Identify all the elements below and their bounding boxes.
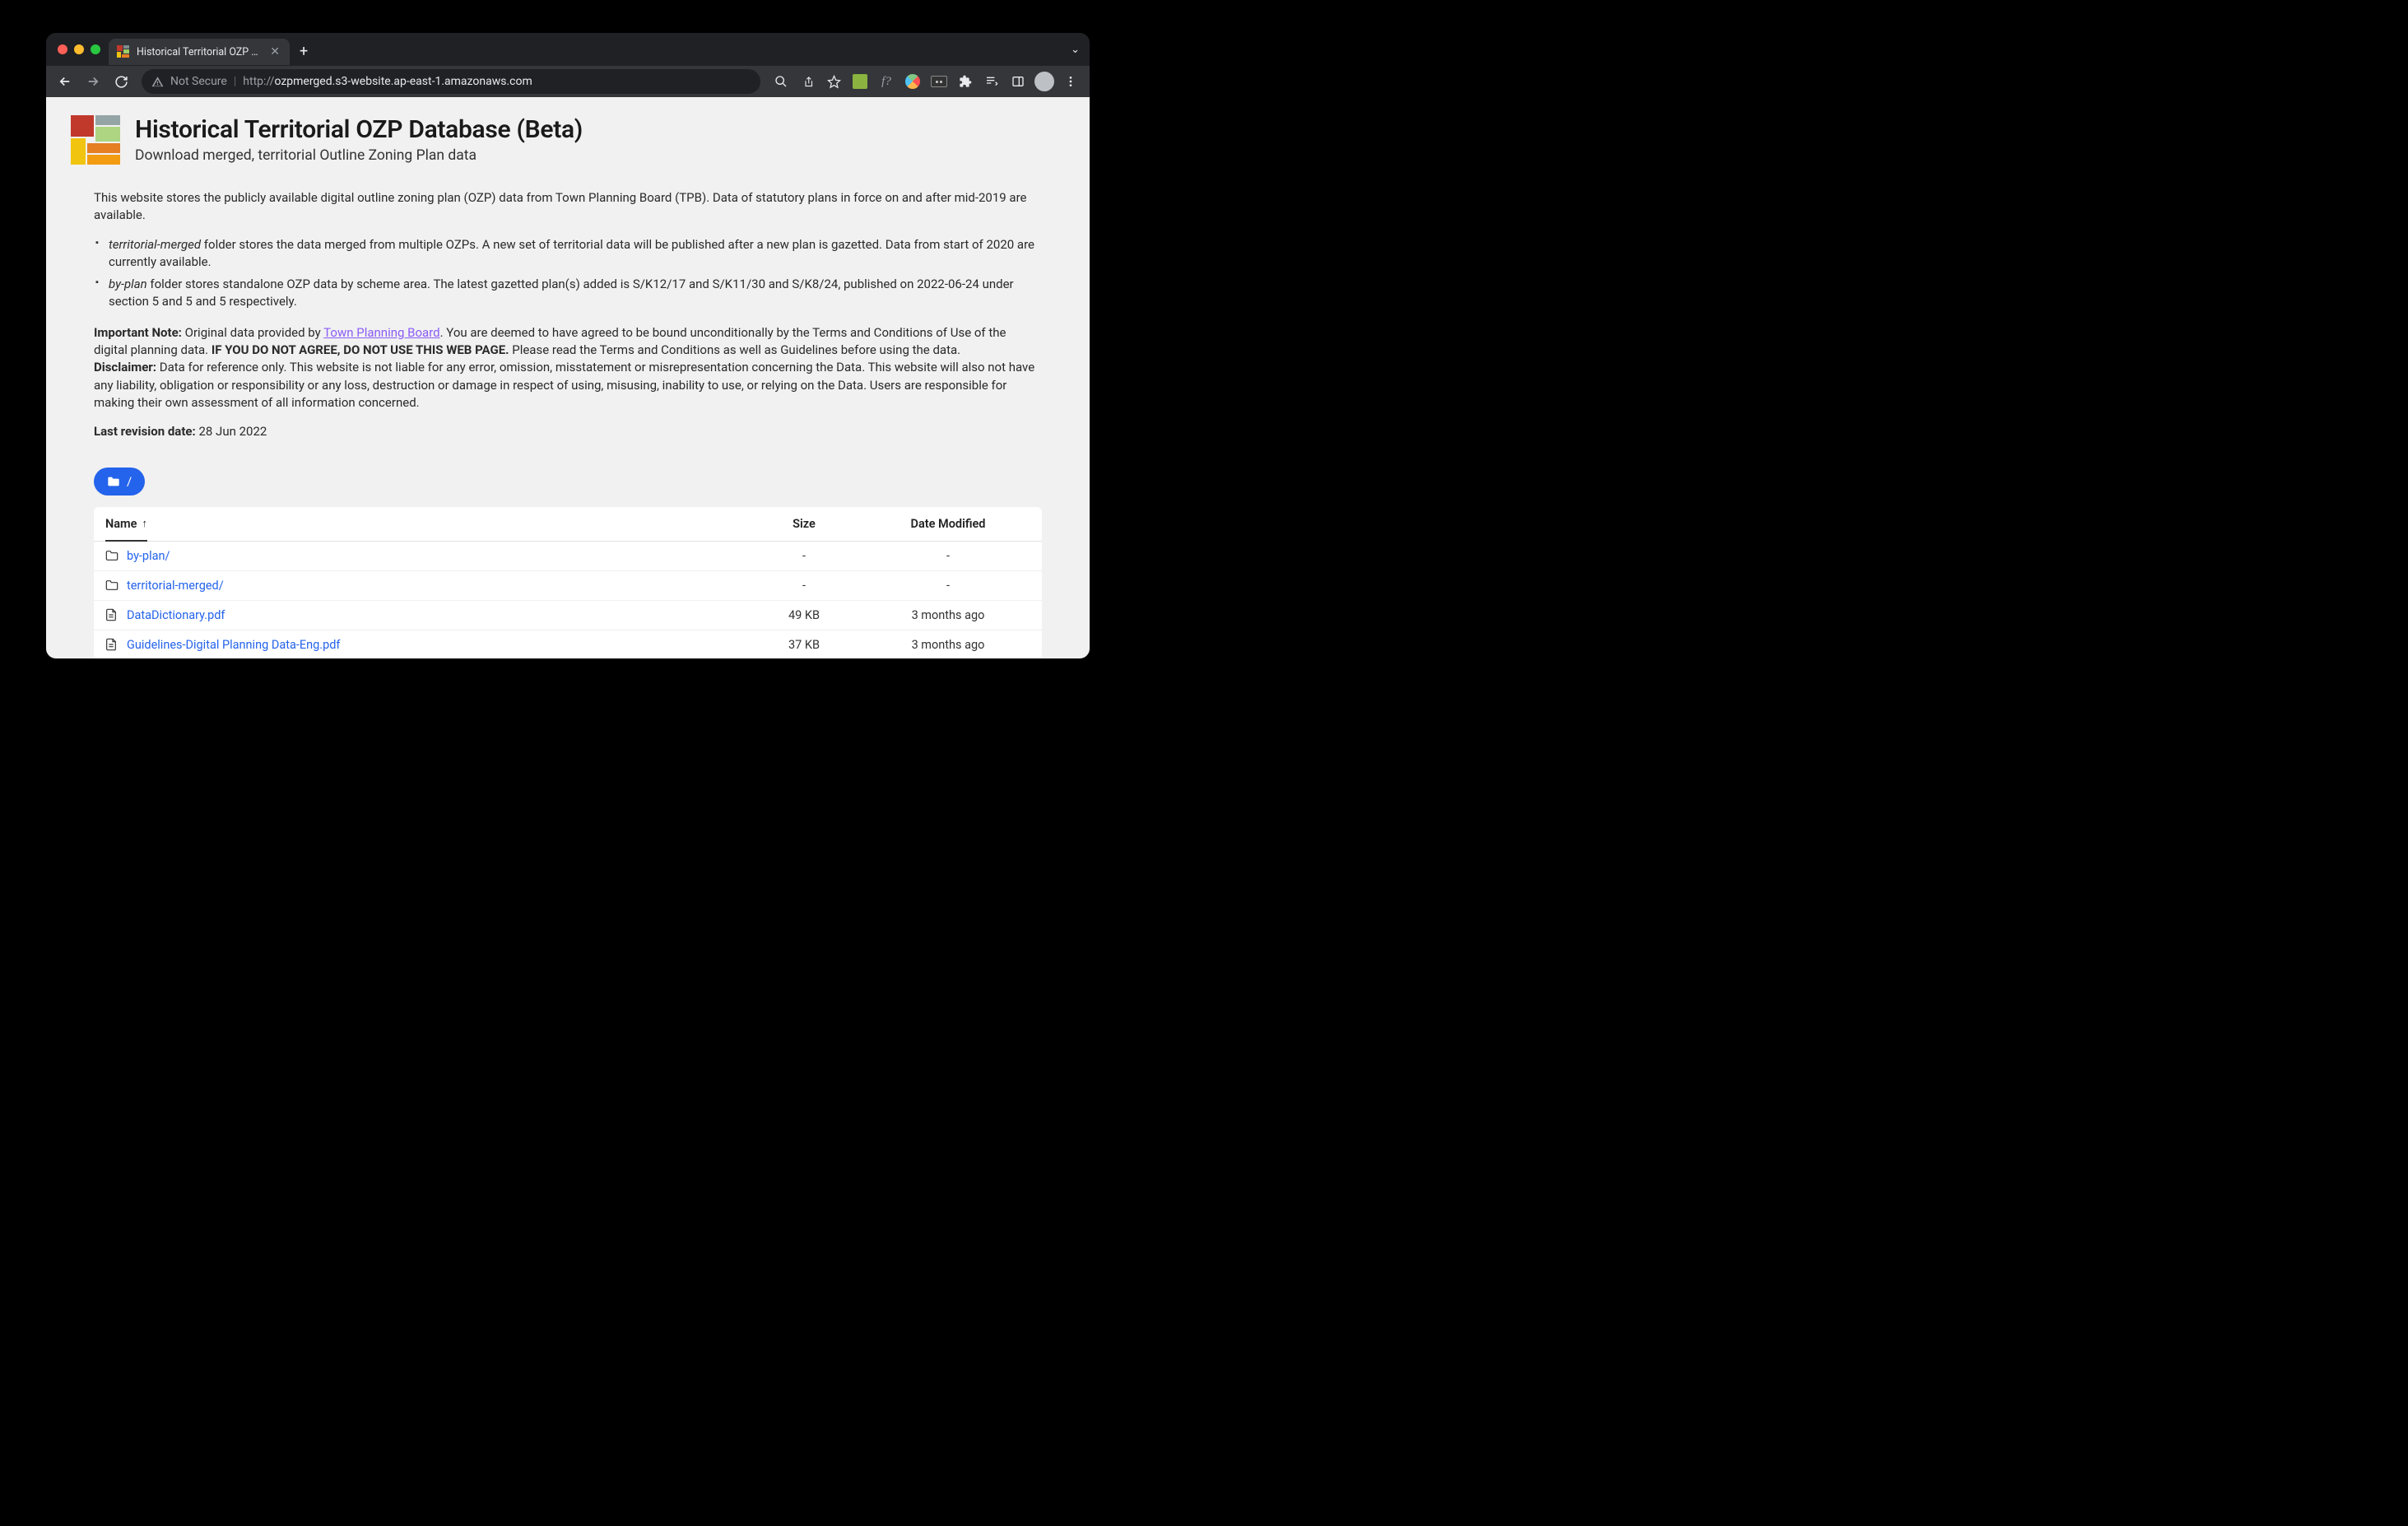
forward-button[interactable]	[81, 69, 105, 94]
town-planning-board-link[interactable]: Town Planning Board	[323, 325, 439, 340]
file-link[interactable]: Guidelines-Digital Planning Data-Eng.pdf	[127, 638, 340, 652]
file-link[interactable]: by-plan/	[127, 549, 170, 563]
maximize-window-button[interactable]	[91, 44, 100, 54]
tab-title: Historical Territorial OZP Data…	[137, 46, 262, 58]
breadcrumb-label: /	[127, 474, 132, 489]
extension-1-icon[interactable]	[848, 69, 872, 94]
column-size-header[interactable]: Size	[742, 517, 866, 531]
reading-list-icon[interactable]	[979, 69, 1004, 94]
table-row: Guidelines-Digital Planning Data-Eng.pdf…	[94, 630, 1042, 658]
table-row: DataDictionary.pdf 49 KB3 months ago	[94, 601, 1042, 630]
file-date-cell: 3 months ago	[866, 638, 1030, 652]
folder-icon	[105, 579, 119, 592]
extension-4-icon[interactable]	[927, 69, 951, 94]
file-link[interactable]: territorial-merged/	[127, 579, 224, 593]
address-bar[interactable]: Not Secure | http://ozpmerged.s3-website…	[142, 69, 760, 94]
tab-bar: Historical Territorial OZP Data… ✕ + ⌄	[46, 33, 1090, 66]
close-window-button[interactable]	[58, 44, 67, 54]
file-icon	[105, 638, 119, 651]
file-size-cell: -	[742, 549, 866, 563]
profile-avatar[interactable]	[1032, 69, 1057, 94]
bullet-territorial: territorial-merged folder stores the dat…	[94, 236, 1042, 272]
address-url: http://ozpmerged.s3-website.ap-east-1.am…	[243, 75, 532, 88]
bullet-by-plan: by-plan folder stores standalone OZP dat…	[94, 276, 1042, 311]
table-row: territorial-merged/ --	[94, 571, 1042, 601]
extension-3-icon[interactable]	[900, 69, 925, 94]
file-name-cell: territorial-merged/	[105, 579, 742, 593]
file-date-cell: -	[866, 549, 1030, 563]
extensions-puzzle-icon[interactable]	[953, 69, 978, 94]
toolbar-actions: f?	[769, 69, 1083, 94]
window-controls	[53, 44, 109, 54]
browser-tab[interactable]: Historical Territorial OZP Data… ✕	[109, 39, 290, 65]
address-separator: |	[234, 75, 236, 88]
file-date-cell: -	[866, 579, 1030, 593]
page-content: Historical Territorial OZP Database (Bet…	[46, 97, 1090, 658]
site-logo	[71, 115, 122, 166]
reload-button[interactable]	[109, 69, 133, 94]
file-name-cell: DataDictionary.pdf	[105, 608, 742, 622]
not-secure-icon	[151, 76, 164, 88]
not-secure-label: Not Secure	[170, 75, 227, 88]
breadcrumb-root[interactable]: /	[94, 468, 145, 495]
browser-toolbar: Not Secure | http://ozpmerged.s3-website…	[46, 66, 1090, 97]
browser-window: Historical Territorial OZP Data… ✕ + ⌄ N…	[46, 33, 1090, 658]
folder-icon	[107, 476, 120, 487]
tab-close-button[interactable]: ✕	[268, 45, 281, 58]
revision-date: Last revision date: 28 Jun 2022	[94, 423, 1042, 440]
tab-dropdown-button[interactable]: ⌄	[1071, 44, 1080, 56]
table-row: by-plan/ --	[94, 542, 1042, 571]
file-icon	[105, 608, 119, 621]
column-name-header[interactable]: Name ↑	[105, 517, 147, 542]
page-subtitle: Download merged, territorial Outline Zon…	[135, 147, 583, 164]
back-button[interactable]	[53, 69, 77, 94]
file-size-cell: 37 KB	[742, 638, 866, 652]
table-header: Name ↑ Size Date Modified	[94, 507, 1042, 542]
share-icon[interactable]	[795, 69, 820, 94]
tab-favicon	[117, 45, 130, 58]
file-link[interactable]: DataDictionary.pdf	[127, 608, 225, 622]
file-size-cell: -	[742, 579, 866, 593]
minimize-window-button[interactable]	[74, 44, 84, 54]
page-header: Historical Territorial OZP Database (Bet…	[71, 115, 1065, 166]
important-note: Important Note: Original data provided b…	[94, 324, 1042, 412]
column-date-header[interactable]: Date Modified	[866, 517, 1030, 531]
file-name-cell: by-plan/	[105, 549, 742, 563]
zoom-icon[interactable]	[769, 69, 793, 94]
file-size-cell: 49 KB	[742, 608, 866, 622]
menu-icon[interactable]	[1058, 69, 1083, 94]
sort-arrow-icon: ↑	[142, 517, 147, 530]
extension-2-icon[interactable]: f?	[874, 69, 899, 94]
intro-paragraph: This website stores the publicly availab…	[94, 189, 1042, 225]
file-table: Name ↑ Size Date Modified by-plan/--terr…	[94, 507, 1042, 658]
bookmark-icon[interactable]	[821, 69, 846, 94]
file-name-cell: Guidelines-Digital Planning Data-Eng.pdf	[105, 638, 742, 652]
new-tab-button[interactable]: +	[290, 43, 318, 60]
page-title: Historical Territorial OZP Database (Bet…	[135, 115, 583, 144]
page-body: This website stores the publicly availab…	[94, 189, 1042, 441]
side-panel-icon[interactable]	[1006, 69, 1030, 94]
folder-icon	[105, 549, 119, 562]
file-date-cell: 3 months ago	[866, 608, 1030, 622]
page-viewport[interactable]: Historical Territorial OZP Database (Bet…	[46, 97, 1090, 658]
